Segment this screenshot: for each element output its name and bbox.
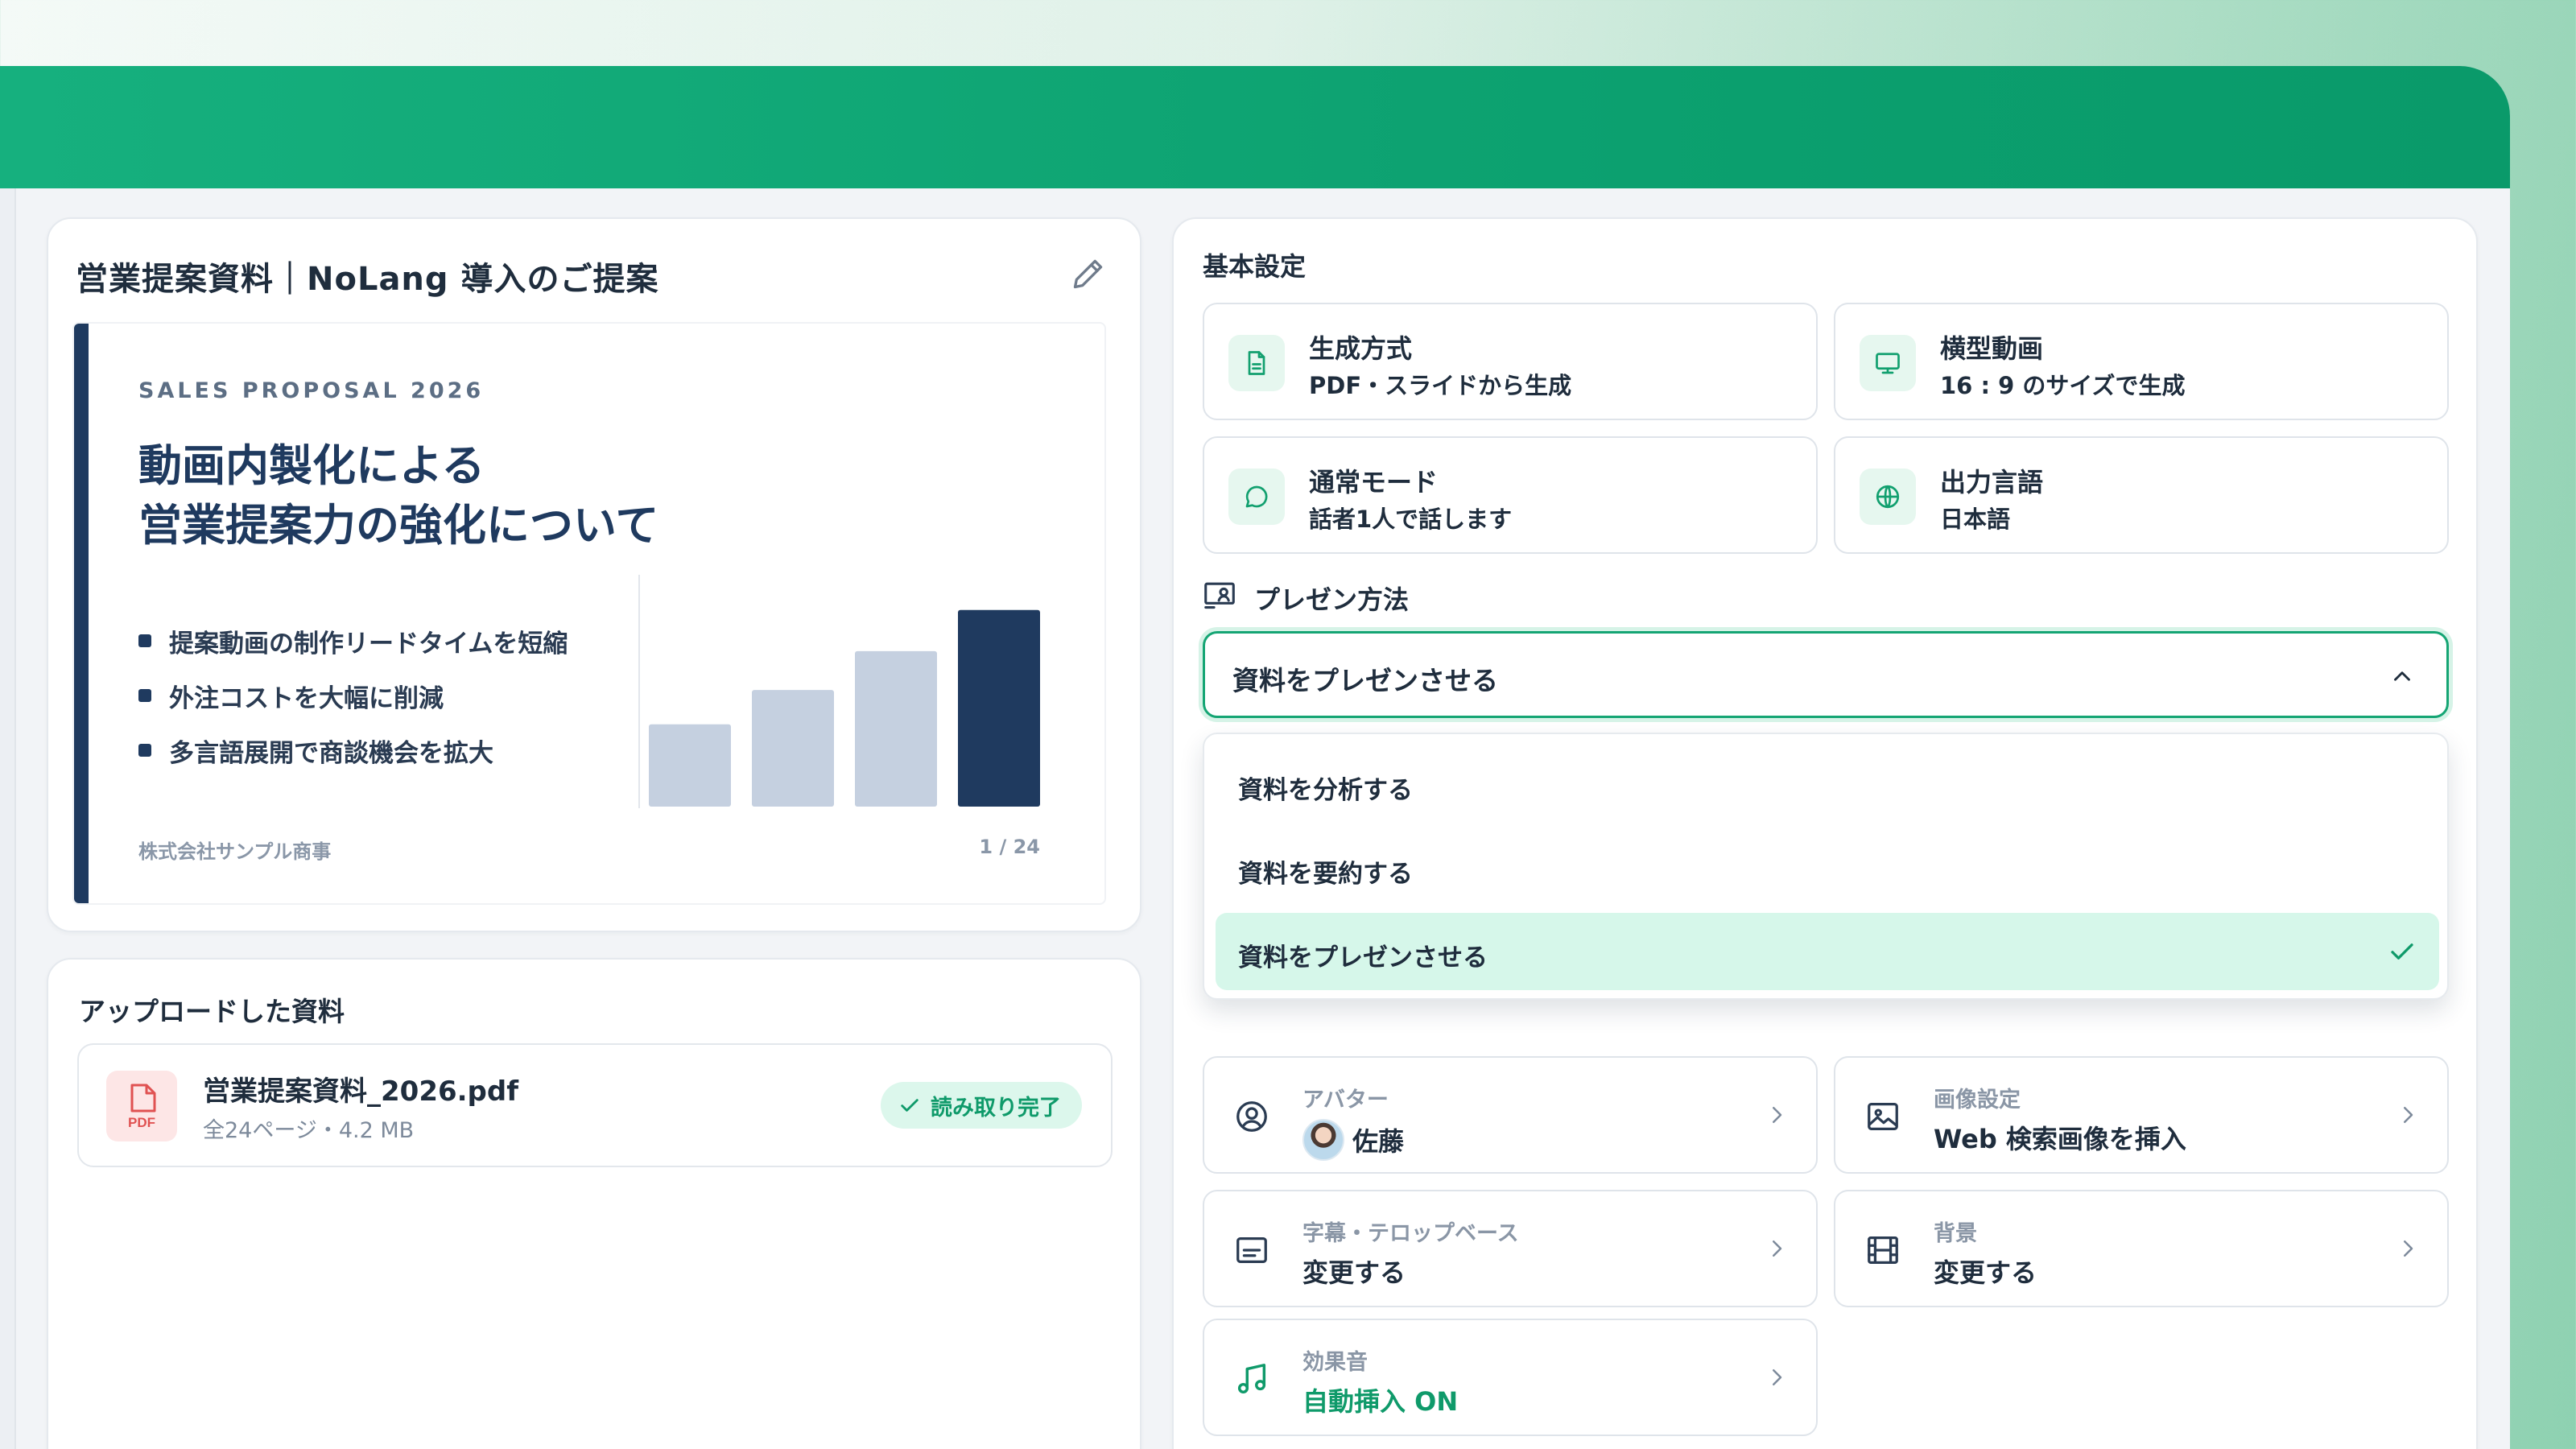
document-icon	[1228, 335, 1285, 391]
music-note-icon	[1237, 1364, 1266, 1394]
chevron-up-icon	[2394, 671, 2410, 681]
settings-card: 基本設定 生成方式 PDF・スライドから生成 横型動画 16 : 9 のサイズで…	[1172, 217, 2478, 1449]
file-meta: 全24ページ・4.2 MB	[203, 1118, 415, 1143]
chart-bar	[649, 724, 731, 807]
speaker-mode-tile[interactable]: 通常モード 話者1人で話します	[1203, 436, 1818, 554]
output-language-tile[interactable]: 出力言語 日本語	[1834, 436, 2449, 554]
slide-bar-chart	[638, 575, 1040, 808]
monitor-icon	[1860, 335, 1916, 391]
avatar	[1302, 1119, 1344, 1161]
bullet-dot	[138, 634, 151, 647]
slide-page-number: 1 / 24	[979, 836, 1040, 858]
option-label: 効果音	[1302, 1350, 1368, 1375]
option-value: 変更する	[1302, 1257, 1406, 1288]
presentation-method-label: プレゼン方法	[1254, 584, 1410, 615]
option-value: 変更する	[1934, 1257, 2037, 1288]
option-label: 字幕・テロップベース	[1302, 1221, 1519, 1246]
generation-method-tile[interactable]: 生成方式 PDF・スライドから生成	[1203, 303, 1818, 420]
file-row[interactable]: PDF 営業提案資料_2026.pdf 全24ページ・4.2 MB 読み取り完了	[77, 1043, 1113, 1167]
slide-title: 動画内製化による 営業提案力の強化について	[138, 436, 658, 555]
slide-company-name: 株式会社サンプル商事	[138, 840, 332, 863]
slide-preview[interactable]: SALES PROPOSAL 2026 動画内製化による 営業提案力の強化につい…	[72, 322, 1106, 905]
chevron-right-icon	[2404, 1241, 2413, 1257]
uploaded-files-title: アップロードした資料	[79, 996, 345, 1027]
check-icon	[901, 1099, 919, 1112]
tile-title: 通常モード	[1309, 467, 1439, 497]
chevron-right-icon	[2404, 1107, 2413, 1123]
chart-bar	[752, 690, 834, 807]
image-icon	[1868, 1103, 1898, 1130]
uploaded-files-card: アップロードした資料 PDF 営業提案資料_2026.pdf 全24ページ・4.…	[47, 958, 1141, 1449]
sound-effect-setting[interactable]: 効果音 自動挿入 ON	[1203, 1319, 1818, 1436]
option-label: アバター	[1302, 1088, 1389, 1113]
presentation-method-dropdown: 資料を分析する 資料を要約する 資料をプレゼンさせる	[1203, 733, 2449, 1000]
dropdown-option-summarize[interactable]: 資料を要約する	[1216, 829, 2439, 906]
slide-bullet: 外注コストを大幅に削減	[138, 668, 568, 723]
slide-accent-bar	[74, 324, 89, 903]
tile-title: 出力言語	[1940, 467, 2044, 497]
chart-bar	[958, 609, 1040, 807]
tile-subtitle: 16 : 9 のサイズで生成	[1940, 372, 2186, 399]
slide-bullet: 多言語展開で商談機会を拡大	[138, 723, 568, 778]
user-circle-icon	[1236, 1101, 1267, 1132]
option-value: 自動挿入 ON	[1302, 1386, 1459, 1417]
slide-title-line-2: 営業提案力の強化について	[138, 500, 659, 551]
option-value: Web 検索画像を挿入	[1934, 1124, 2186, 1154]
bullet-dot	[138, 744, 151, 757]
slide-bullet: 提案動画の制作リードタイムを短縮	[138, 613, 568, 668]
file-name: 営業提案資料_2026.pdf	[203, 1075, 519, 1108]
image-setting[interactable]: 画像設定 Web 検索画像を挿入	[1834, 1056, 2449, 1174]
globe-icon	[1860, 469, 1916, 525]
video-orientation-tile[interactable]: 横型動画 16 : 9 のサイズで生成	[1834, 303, 2449, 420]
slide-title-line-1: 動画内製化による	[138, 440, 485, 491]
presentation-icon	[1204, 582, 1235, 609]
dropdown-option-analyze[interactable]: 資料を分析する	[1216, 745, 2439, 823]
tile-title: 横型動画	[1940, 333, 2044, 364]
pdf-label: PDF	[128, 1115, 155, 1130]
subtitle-icon	[1236, 1236, 1267, 1264]
document-title: 営業提案資料｜NoLang 導入のご提案	[76, 261, 659, 298]
pdf-file-icon: PDF	[106, 1071, 177, 1141]
app-header	[0, 66, 2510, 188]
avatar-setting[interactable]: アバター 佐藤	[1203, 1056, 1818, 1174]
basic-settings-label: 基本設定	[1203, 251, 1307, 282]
film-icon	[1868, 1236, 1898, 1264]
option-value: 佐藤	[1302, 1119, 1404, 1161]
chevron-right-icon	[1773, 1369, 1782, 1385]
dropdown-option-present[interactable]: 資料をプレゼンさせる	[1216, 913, 2439, 990]
background-setting[interactable]: 背景 変更する	[1834, 1190, 2449, 1307]
slide-eyebrow: SALES PROPOSAL 2026	[138, 378, 485, 403]
presentation-method-select[interactable]: 資料をプレゼンさせる	[1203, 631, 2449, 718]
sidebar-edge	[0, 188, 16, 1449]
bullet-dot	[138, 689, 151, 702]
tile-title: 生成方式	[1309, 333, 1413, 364]
check-icon	[2391, 943, 2413, 960]
select-value: 資料をプレゼンさせる	[1232, 665, 1498, 696]
chevron-right-icon	[1773, 1107, 1782, 1123]
tile-subtitle: 話者1人で話します	[1309, 506, 1513, 533]
option-label: 画像設定	[1934, 1088, 2021, 1113]
subtitle-setting[interactable]: 字幕・テロップベース 変更する	[1203, 1190, 1818, 1307]
tile-subtitle: PDF・スライドから生成	[1309, 372, 1572, 399]
option-label: 背景	[1934, 1221, 1977, 1246]
preview-card: 営業提案資料｜NoLang 導入のご提案 SALES PROPOSAL 2026…	[47, 217, 1141, 932]
chevron-right-icon	[1773, 1241, 1782, 1257]
chat-bubble-icon	[1228, 469, 1285, 525]
read-status-badge: 読み取り完了	[881, 1082, 1082, 1129]
slide-bullet-list: 提案動画の制作リードタイムを短縮 外注コストを大幅に削減 多言語展開で商談機会を…	[138, 613, 568, 778]
pencil-icon[interactable]	[1071, 256, 1106, 291]
tile-subtitle: 日本語	[1940, 506, 2011, 533]
chart-bar	[855, 650, 937, 807]
